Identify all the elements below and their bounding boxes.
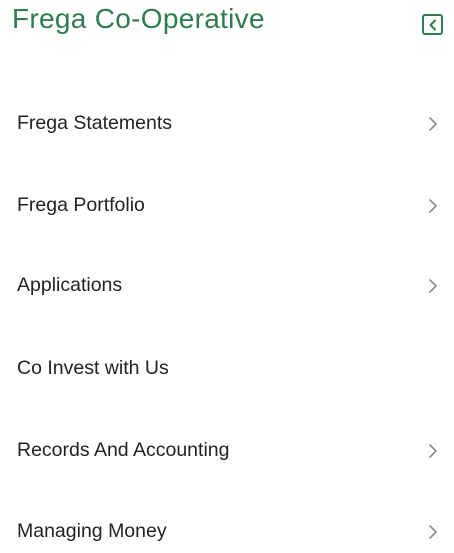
menu-item-frega-portfolio[interactable]: Frega Portfolio: [0, 183, 454, 227]
menu-item-label: Applications: [17, 274, 123, 296]
chevron-right-icon: [429, 117, 437, 131]
chevron-right-icon: [429, 444, 437, 458]
menu-item-applications[interactable]: Applications: [0, 263, 454, 307]
sidebar-header: Frega Co-Operative: [0, 0, 454, 60]
menu-item-frega-statements[interactable]: Frega Statements: [0, 101, 454, 145]
brand-title: Frega Co-Operative: [12, 3, 265, 34]
chevron-right-icon: [429, 279, 437, 293]
menu-item-managing-money[interactable]: Managing Money: [0, 509, 454, 553]
menu-item-label: Frega Portfolio: [17, 194, 145, 216]
menu-item-records-and-accounting[interactable]: Records And Accounting: [0, 428, 454, 472]
menu-item-co-invest-with-us[interactable]: Co Invest with Us: [0, 346, 454, 390]
menu-item-label: Frega Statements: [17, 112, 172, 134]
menu-item-label: Managing Money: [17, 520, 167, 542]
menu-item-label: Co Invest with Us: [17, 357, 169, 379]
chevron-right-icon: [429, 199, 437, 213]
chevron-right-icon: [429, 525, 437, 539]
menu-item-label: Records And Accounting: [17, 439, 230, 461]
collapse-sidebar-button[interactable]: [422, 14, 443, 35]
chevron-left-icon: [429, 19, 436, 30]
